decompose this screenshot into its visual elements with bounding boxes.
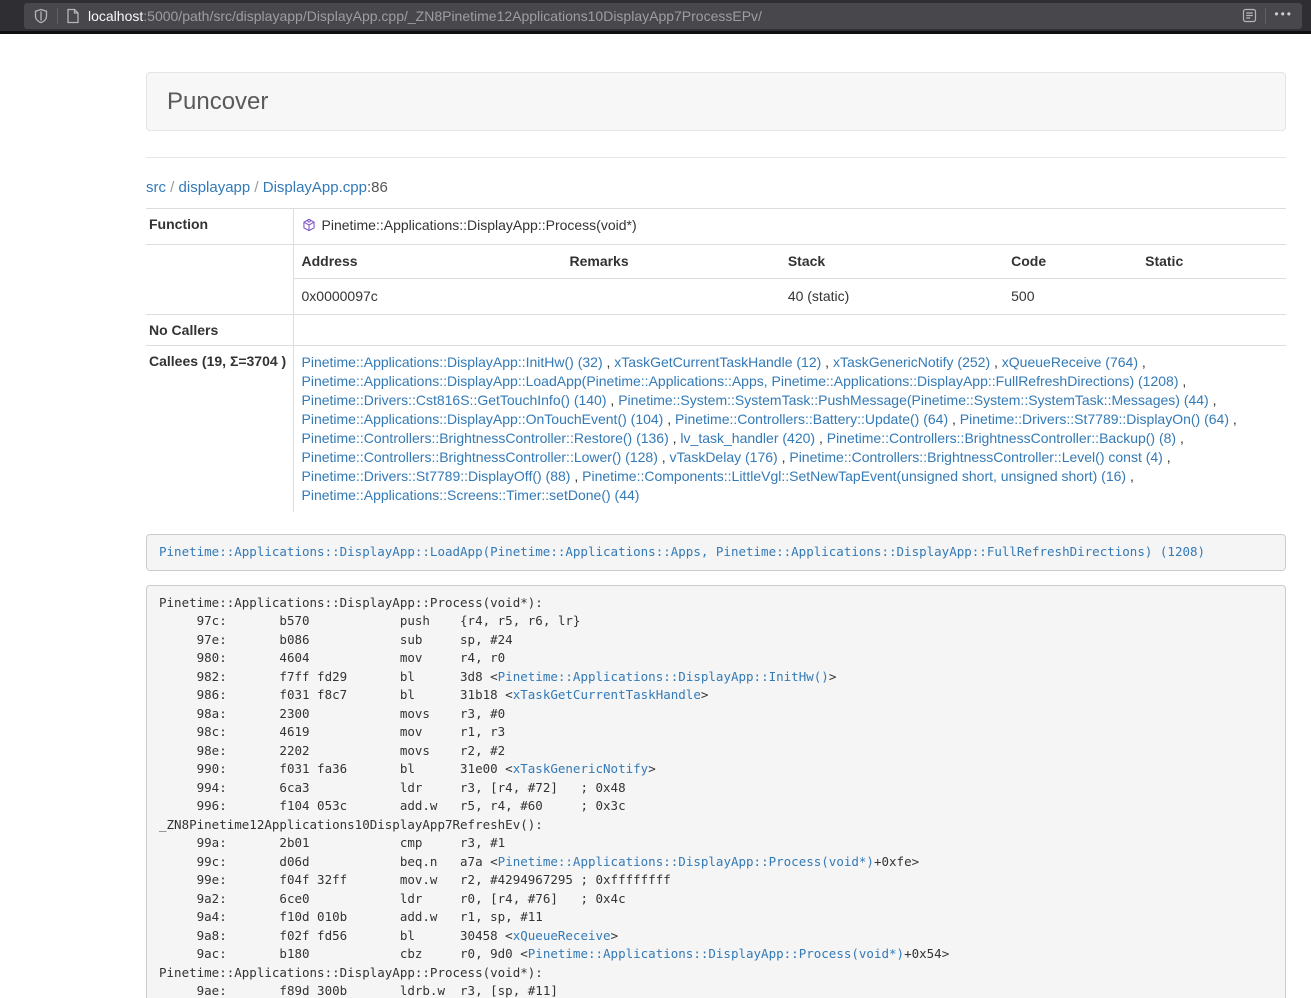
callee-link[interactable]: Pinetime::Drivers::St7789::DisplayOff() … <box>302 468 571 484</box>
table-row: Function Pinetime::Applications::Display… <box>146 209 1286 245</box>
page-actions-icon[interactable]: ••• <box>1274 8 1293 23</box>
callee-link[interactable]: Pinetime::Applications::DisplayApp::Load… <box>302 373 1179 389</box>
url-bar[interactable]: localhost:5000/path/src/displayapp/Displ… <box>24 3 1302 29</box>
metrics-cell <box>1137 279 1286 315</box>
url-path: :5000/path/src/displayapp/DisplayApp.cpp… <box>143 8 762 24</box>
breadcrumb-link[interactable]: src <box>146 179 166 196</box>
function-table: Function Pinetime::Applications::Display… <box>146 208 1286 512</box>
callee-separator: , <box>948 411 960 427</box>
page-icon[interactable] <box>66 8 80 24</box>
column-header: Code <box>1003 245 1137 279</box>
callees-label: Callees (19, Σ=3704 ) <box>146 346 293 513</box>
column-header: Static <box>1137 245 1286 279</box>
callee-link[interactable]: Pinetime::System::SystemTask::PushMessag… <box>618 392 1209 408</box>
breadcrumb-line-number: :86 <box>367 179 388 196</box>
metrics-value-row: 0x0000097c 40 (static)500 <box>294 279 1287 315</box>
callee-link[interactable]: lv_task_handler (420) <box>680 430 815 446</box>
column-header: Remarks <box>561 245 779 279</box>
breadcrumb-link[interactable]: displayapp <box>179 179 251 196</box>
callee-link[interactable]: Pinetime::Applications::Screens::Timer::… <box>302 487 640 503</box>
content-container: Puncover src / displayapp / DisplayApp.c… <box>146 72 1286 998</box>
callees-list: Pinetime::Applications::DisplayApp::Init… <box>293 346 1286 513</box>
asm-link[interactable]: xTaskGenericNotify <box>513 761 648 776</box>
divider <box>146 157 1286 158</box>
callee-separator: , <box>1209 392 1217 408</box>
breadcrumb: src / displayapp / DisplayApp.cpp:86 <box>146 178 1286 198</box>
shield-icon[interactable] <box>33 8 49 24</box>
callee-link[interactable]: xTaskGenericNotify (252) <box>833 354 990 370</box>
callee-separator: , <box>658 449 670 465</box>
metrics-cell: 40 (static) <box>780 279 1003 315</box>
callee-link[interactable]: Pinetime::Drivers::Cst816S::GetTouchInfo… <box>302 392 607 408</box>
callee-link[interactable]: Pinetime::Controllers::BrightnessControl… <box>789 449 1162 465</box>
metrics-cell: 500 <box>1003 279 1137 315</box>
asm-link[interactable]: xQueueReceive <box>513 928 611 943</box>
callee-separator: , <box>603 354 615 370</box>
callee-separator: , <box>815 430 827 446</box>
callee-link[interactable]: xQueueReceive (764) <box>1002 354 1138 370</box>
table-row: Callees (19, Σ=3704 ) Pinetime::Applicat… <box>146 346 1286 513</box>
no-callers-label: No Callers <box>146 315 293 346</box>
callee-link[interactable]: Pinetime::Applications::DisplayApp::Init… <box>302 354 603 370</box>
callee-separator: , <box>669 430 681 446</box>
column-header: Address <box>294 245 562 279</box>
callee-separator: , <box>821 354 833 370</box>
callee-separator: , <box>1126 468 1134 484</box>
callee-separator: , <box>1229 411 1237 427</box>
callee-link[interactable]: Pinetime::Applications::DisplayApp::OnTo… <box>302 411 664 427</box>
symbol-cube-icon <box>302 218 316 237</box>
url-text[interactable]: localhost:5000/path/src/displayapp/Displ… <box>88 8 1242 24</box>
reader-mode-icon[interactable] <box>1242 8 1257 23</box>
urlbar-separator <box>1265 8 1266 24</box>
callee-separator: , <box>570 468 582 484</box>
callee-link[interactable]: Pinetime::Drivers::St7789::DisplayOn() (… <box>960 411 1229 427</box>
page-title: Puncover <box>167 88 268 115</box>
breadcrumb-separator: / <box>166 179 179 196</box>
metrics-table: AddressRemarksStackCodeStatic 0x0000097c… <box>294 245 1287 314</box>
asm-link[interactable]: xTaskGetCurrentTaskHandle <box>513 687 701 702</box>
breadcrumb-link[interactable]: DisplayApp.cpp <box>263 179 367 196</box>
callee-separator: , <box>1178 373 1186 389</box>
callee-link[interactable]: Pinetime::Controllers::BrightnessControl… <box>302 430 669 446</box>
urlbar-separator <box>57 8 58 24</box>
asm-link[interactable]: Pinetime::Applications::DisplayApp::Init… <box>498 669 829 684</box>
callee-link[interactable]: Pinetime::Controllers::Battery::Update()… <box>675 411 948 427</box>
caller-banner-link[interactable]: Pinetime::Applications::DisplayApp::Load… <box>159 544 1205 559</box>
breadcrumb-separator: / <box>250 179 263 196</box>
callee-link[interactable]: Pinetime::Controllers::BrightnessControl… <box>827 430 1176 446</box>
callee-link[interactable]: Pinetime::Controllers::BrightnessControl… <box>302 449 658 465</box>
callee-separator: , <box>990 354 1002 370</box>
callee-separator: , <box>607 392 619 408</box>
callee-separator: , <box>1163 449 1171 465</box>
browser-toolbar: localhost:5000/path/src/displayapp/Displ… <box>0 0 1311 34</box>
caller-banner: Pinetime::Applications::DisplayApp::Load… <box>146 534 1286 571</box>
table-row: No Callers <box>146 315 1286 346</box>
url-host: localhost <box>88 8 143 24</box>
callee-link[interactable]: vTaskDelay (176) <box>670 449 778 465</box>
table-row: AddressRemarksStackCodeStatic 0x0000097c… <box>146 245 1286 315</box>
function-label: Function <box>146 209 293 245</box>
asm-link[interactable]: Pinetime::Applications::DisplayApp::Proc… <box>498 854 874 869</box>
callee-link[interactable]: Pinetime::Components::LittleVgl::SetNewT… <box>582 468 1126 484</box>
metrics-cell: 0x0000097c <box>294 279 562 315</box>
disassembly-block: Pinetime::Applications::DisplayApp::Proc… <box>146 585 1286 998</box>
callee-separator: , <box>663 411 675 427</box>
callee-separator: , <box>778 449 790 465</box>
metrics-header-row: AddressRemarksStackCodeStatic <box>294 245 1287 279</box>
asm-link[interactable]: Pinetime::Applications::DisplayApp::Proc… <box>528 946 904 961</box>
column-header: Stack <box>780 245 1003 279</box>
function-name: Pinetime::Applications::DisplayApp::Proc… <box>322 217 637 233</box>
metrics-cell <box>561 279 779 315</box>
callee-link[interactable]: xTaskGetCurrentTaskHandle (12) <box>614 354 821 370</box>
callee-separator: , <box>1138 354 1146 370</box>
function-name-cell: Pinetime::Applications::DisplayApp::Proc… <box>293 209 1286 245</box>
callee-separator: , <box>1176 430 1184 446</box>
app-title-panel: Puncover <box>146 72 1286 131</box>
